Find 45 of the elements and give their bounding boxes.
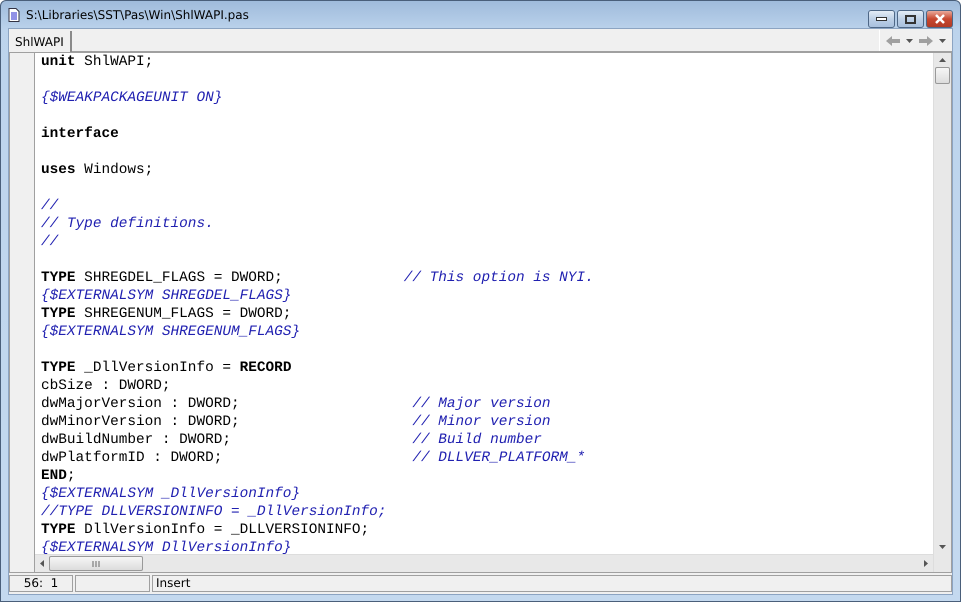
scroll-down-icon bbox=[939, 545, 946, 549]
code-line: TYPE DllVersionInfo = _DLLVERSIONINFO; bbox=[41, 521, 370, 539]
code-line: cbSize : DWORD; bbox=[41, 377, 172, 395]
code-line: interface bbox=[41, 125, 120, 143]
dropdown-caret-icon bbox=[906, 38, 913, 42]
code-line: uses Windows; bbox=[41, 161, 154, 179]
code-line: {$EXTERNALSYM _DllVersionInfo} bbox=[41, 485, 302, 503]
close-icon bbox=[934, 14, 946, 24]
code-line: {$EXTERNALSYM DllVersionInfo} bbox=[41, 539, 292, 554]
scroll-left-icon bbox=[40, 560, 44, 567]
scroll-thumb[interactable] bbox=[935, 67, 950, 84]
code-line: {$WEAKPACKAGEUNIT ON} bbox=[41, 89, 224, 107]
vertical-scrollbar[interactable] bbox=[933, 53, 951, 572]
minimize-button[interactable] bbox=[868, 10, 895, 28]
code-line: END; bbox=[41, 467, 77, 485]
document-icon bbox=[8, 8, 20, 22]
code-line: dwBuildNumber : DWORD; // Build number bbox=[41, 431, 543, 449]
edit-mode: Insert bbox=[152, 575, 952, 592]
scroll-up-icon bbox=[939, 58, 946, 62]
code-line: // bbox=[41, 233, 60, 251]
maximize-button[interactable] bbox=[897, 10, 924, 28]
code-line: {$EXTERNALSYM SHREGENUM_FLAGS} bbox=[41, 323, 302, 341]
code-line: dwMinorVersion : DWORD; // Minor version bbox=[41, 413, 552, 431]
code-line: {$EXTERNALSYM SHREGDEL_FLAGS} bbox=[41, 287, 292, 305]
file-tab[interactable]: ShlWAPI bbox=[9, 31, 72, 52]
scroll-right-icon bbox=[924, 560, 928, 567]
maximize-icon bbox=[905, 14, 916, 24]
minimize-icon bbox=[876, 17, 887, 21]
code-line: // Type definitions. bbox=[41, 215, 215, 233]
dropdown-caret-icon bbox=[939, 38, 946, 42]
code-line: //TYPE DLLVERSIONINFO = _DllVersionInfo; bbox=[41, 503, 388, 521]
code-line: TYPE SHREGENUM_FLAGS = DWORD; bbox=[41, 305, 292, 323]
window-title: S:\Libraries\SST\Pas\Win\ShlWAPI.pas bbox=[26, 8, 250, 22]
code-line: // bbox=[41, 197, 60, 215]
close-button[interactable] bbox=[926, 10, 953, 28]
horizontal-scrollbar[interactable] bbox=[35, 554, 933, 572]
scroll-thumb[interactable] bbox=[49, 556, 143, 571]
back-arrow-icon[interactable] bbox=[886, 36, 900, 46]
code-line: TYPE _DllVersionInfo = RECORD bbox=[41, 359, 292, 377]
cursor-position: 56: 1 bbox=[9, 575, 73, 592]
code-line: dwPlatformID : DWORD; // DLLVER_PLATFORM_* bbox=[41, 449, 586, 467]
code-line: unit ShlWAPI; bbox=[41, 53, 154, 71]
forward-arrow-icon[interactable] bbox=[919, 36, 933, 46]
code-line: dwMajorVersion : DWORD; // Major version bbox=[41, 395, 552, 413]
code-line: TYPE SHREGDEL_FLAGS = DWORD; // This option is NYI. bbox=[41, 269, 595, 287]
